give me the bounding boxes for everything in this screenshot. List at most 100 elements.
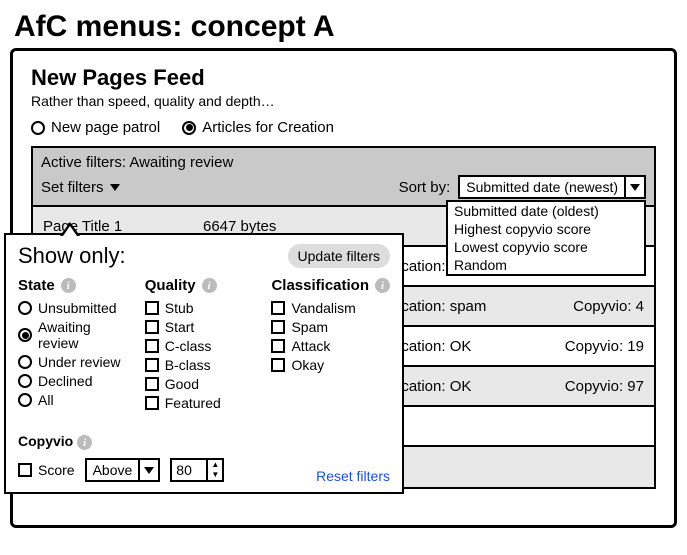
chevron-down-icon [110, 184, 120, 191]
state-option-under-review[interactable]: Under review [18, 354, 127, 370]
classification-option-attack[interactable]: Attack [271, 338, 390, 354]
reset-filters-link[interactable]: Reset filters [316, 468, 390, 484]
radio-label: Articles for Creation [202, 119, 334, 136]
option-label: C-class [165, 338, 212, 354]
state-option-declined[interactable]: Declined [18, 373, 127, 389]
info-icon[interactable]: i [61, 278, 76, 293]
active-filters-value: Awaiting review [129, 154, 233, 171]
quality-heading: Quality [145, 277, 196, 294]
quality-option-stub[interactable]: Stub [145, 300, 254, 316]
option-label: Vandalism [291, 300, 355, 316]
feed-heading: New Pages Feed [31, 65, 656, 91]
classification-option-okay[interactable]: Okay [271, 357, 390, 373]
chevron-down-icon [144, 467, 154, 474]
option-label: All [38, 392, 54, 408]
state-column: State i Unsubmitted Awaiting review Unde… [18, 277, 127, 414]
radio-icon [18, 393, 32, 407]
option-label: Declined [38, 373, 92, 389]
row-copyvio: Copyvio: 4 [534, 298, 644, 315]
view-new-page-patrol[interactable]: New page patrol [31, 119, 160, 136]
state-option-all[interactable]: All [18, 392, 127, 408]
radio-icon [18, 355, 32, 369]
copyvio-value-field[interactable] [172, 460, 206, 480]
checkbox-icon [145, 301, 159, 315]
option-label: Unsubmitted [38, 300, 117, 316]
classification-heading: Classification [271, 277, 369, 294]
classification-option-vandalism[interactable]: Vandalism [271, 300, 390, 316]
sort-by-label: Sort by: [399, 179, 451, 196]
copyvio-heading: Copyvio [18, 433, 73, 449]
dropdown-value: Above [87, 460, 141, 480]
row-bytes: 6647 bytes [203, 218, 323, 235]
quality-option-good[interactable]: Good [145, 376, 254, 392]
classification-column: Classification i Vandalism Spam Attack O… [271, 277, 390, 414]
checkbox-icon [271, 339, 285, 353]
option-label: Featured [165, 395, 221, 411]
checkbox-icon [18, 463, 32, 477]
state-option-unsubmitted[interactable]: Unsubmitted [18, 300, 127, 316]
option-label: Under review [38, 354, 120, 370]
dropdown-toggle[interactable] [626, 177, 644, 197]
spinner: ▲ ▼ [206, 460, 222, 480]
checkbox-icon [271, 320, 285, 334]
set-filters-label: Set filters [41, 179, 104, 196]
quality-option-featured[interactable]: Featured [145, 395, 254, 411]
checkbox-icon [145, 377, 159, 391]
sort-option[interactable]: Random [448, 256, 644, 274]
quality-option-b-class[interactable]: B-class [145, 357, 254, 373]
set-filters-button[interactable]: Set filters [41, 179, 120, 196]
radio-icon [31, 121, 45, 135]
active-filters-line: Active filters: Awaiting review [41, 154, 646, 171]
radio-icon [182, 121, 196, 135]
quality-column: Quality i Stub Start C-class B-class Goo… [145, 277, 254, 414]
option-label: Spam [291, 319, 328, 335]
quality-option-c-class[interactable]: C-class [145, 338, 254, 354]
dropdown-toggle[interactable] [140, 460, 158, 480]
state-heading: State [18, 277, 55, 294]
sort-option[interactable]: Highest copyvio score [448, 220, 644, 238]
popup-notch [60, 222, 80, 236]
row-copyvio: Copyvio: 19 [534, 338, 644, 355]
checkbox-icon [145, 358, 159, 372]
checkbox-icon [271, 358, 285, 372]
radio-icon [18, 374, 32, 388]
radio-icon [18, 328, 32, 342]
page-title: AfC menus: concept A [14, 10, 677, 44]
radio-icon [18, 301, 32, 315]
option-label: B-class [165, 357, 211, 373]
sort-option[interactable]: Submitted date (oldest) [448, 202, 644, 220]
copyvio-score-checkbox[interactable]: Score [18, 462, 75, 478]
sort-option[interactable]: Lowest copyvio score [448, 238, 644, 256]
chevron-down-icon [630, 184, 640, 191]
filter-bar: Active filters: Awaiting review Set filt… [31, 146, 656, 207]
show-only-label: Show only: [18, 243, 126, 269]
quality-option-start[interactable]: Start [145, 319, 254, 335]
sort-selected: Submitted date (newest) [460, 177, 626, 197]
info-icon[interactable]: i [202, 278, 217, 293]
radio-label: New page patrol [51, 119, 160, 136]
checkbox-icon [271, 301, 285, 315]
spinner-up[interactable]: ▲ [208, 460, 222, 470]
copyvio-value-input[interactable]: ▲ ▼ [170, 458, 224, 482]
info-icon[interactable]: i [77, 435, 92, 450]
feed-subheading: Rather than speed, quality and depth… [31, 93, 656, 109]
state-option-awaiting-review[interactable]: Awaiting review [18, 319, 127, 351]
option-label: Stub [165, 300, 194, 316]
option-label: Good [165, 376, 199, 392]
info-icon[interactable]: i [375, 278, 390, 293]
sort-menu: Submitted date (oldest) Highest copyvio … [446, 200, 646, 276]
checkbox-icon [145, 339, 159, 353]
classification-option-spam[interactable]: Spam [271, 319, 390, 335]
view-switcher: New page patrol Articles for Creation [31, 119, 656, 136]
filters-popup: Show only: Update filters State i Unsubm… [4, 233, 404, 494]
view-articles-for-creation[interactable]: Articles for Creation [182, 119, 334, 136]
option-label: Attack [291, 338, 330, 354]
update-filters-button[interactable]: Update filters [288, 244, 390, 268]
option-label: Score [38, 462, 75, 478]
active-filters-prefix: Active filters: [41, 154, 129, 171]
option-label: Start [165, 319, 195, 335]
sort-dropdown[interactable]: Submitted date (newest) [458, 175, 646, 199]
checkbox-icon [145, 320, 159, 334]
copyvio-direction-dropdown[interactable]: Above [85, 458, 161, 482]
spinner-down[interactable]: ▼ [208, 470, 222, 480]
